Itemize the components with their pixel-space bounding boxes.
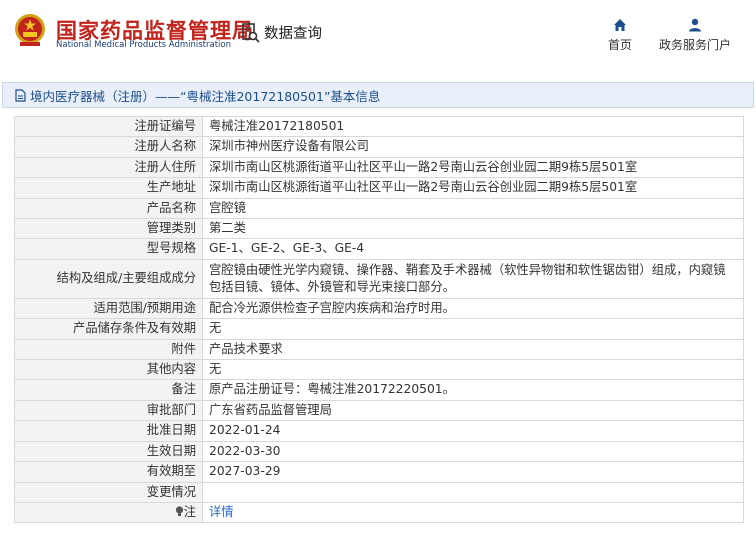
user-icon — [689, 18, 701, 32]
table-row: 注册人名称 深圳市神州医疗设备有限公司 — [14, 136, 744, 158]
table-row: 批准日期 2022-01-24 — [14, 420, 744, 442]
row-label: 附件 — [14, 338, 203, 361]
table-row: 产品储存条件及有效期无 — [14, 318, 744, 340]
data-query-label: 数据查询 — [264, 26, 322, 42]
row-value: 宫腔镜由硬性光学内窥镜、操作器、鞘套及手术器械（软性异物钳和软性锯齿钳）组成，内… — [202, 258, 744, 299]
row-label: 注册人住所 — [14, 156, 203, 179]
row-label: 注 — [183, 504, 196, 519]
row-label: 变更情况 — [14, 481, 203, 503]
table-row: 变更情况 — [14, 481, 744, 503]
device-info-table: 注册证编号 粤械注准20172180501 注册人名称 深圳市神州医疗设备有限公司 … — [14, 115, 744, 524]
row-value: 宫腔镜 — [202, 197, 744, 220]
row-value: 2022-03-30 — [202, 440, 744, 463]
nav-home[interactable]: 首页 — [598, 18, 642, 53]
table-row: 结构及组成/主要组成成分 宫腔镜由硬性光学内窥镜、操作器、鞘套及手术器械（软性异物… — [14, 258, 744, 299]
row-value: 配合冷光源供检查子宫腔内疾病和治疗时用。 — [202, 297, 744, 320]
details-link[interactable]: 详情 — [202, 501, 744, 524]
row-label: 生产地址 — [14, 177, 203, 199]
note-label-cell: 注 — [14, 501, 203, 524]
row-label: 结构及组成/主要组成成分 — [14, 258, 203, 299]
row-label: 注册人名称 — [14, 136, 203, 158]
table-row: 有效期至 2027-03-29 — [14, 461, 744, 483]
table-row: 注册人住所 深圳市南山区桃源街道平山社区平山一路2号南山云谷创业园二期9栋5层50… — [14, 156, 744, 179]
row-value: 深圳市南山区桃源街道平山社区平山一路2号南山云谷创业园二期9栋5层501室 — [202, 156, 744, 179]
table-row: 审批部门 广东省药品监督管理局 — [14, 399, 744, 422]
table-row: 适用范围/预期用途 配合冷光源供检查子宫腔内疾病和治疗时用。 — [14, 297, 744, 320]
row-value: 第二类 — [202, 218, 744, 240]
row-label: 注册证编号 — [14, 115, 203, 138]
row-label: 管理类别 — [14, 218, 203, 240]
table-row: 产品名称 宫腔镜 — [14, 197, 744, 220]
row-value: 广东省药品监督管理局 — [202, 399, 744, 422]
table-row: 生效日期 2022-03-30 — [14, 440, 744, 463]
row-label: 备注 — [14, 379, 203, 401]
row-label: 批准日期 — [14, 420, 203, 442]
row-value: GE-1、GE-2、GE-3、GE-4 — [202, 238, 744, 260]
row-label: 型号规格 — [14, 238, 203, 260]
document-search-icon — [242, 22, 260, 43]
row-label: 生效日期 — [14, 440, 203, 463]
table-row: 其他内容无 — [14, 359, 744, 381]
row-label: 适用范围/预期用途 — [14, 297, 203, 320]
row-value: 深圳市神州医疗设备有限公司 — [202, 136, 744, 158]
document-icon — [15, 88, 26, 102]
row-label: 其他内容 — [14, 359, 203, 381]
row-value: 产品技术要求 — [202, 338, 744, 361]
record-title-bar: 境内医疗器械（注册）——“粤械注准20172180501”基本信息 — [2, 82, 754, 108]
national-emblem-icon — [15, 14, 45, 46]
table-row: 生产地址 深圳市南山区桃源街道平山社区平山一路2号南山云谷创业园二期9栋5层501… — [14, 177, 744, 199]
table-row: 型号规格 GE-1、GE-2、GE-3、GE-4 — [14, 238, 744, 260]
table-row: 备注 原产品注册证号：粤械注准20172220501。 — [14, 379, 744, 401]
table-row: 注册证编号 粤械注准20172180501 — [14, 115, 744, 138]
table-row: 管理类别 第二类 — [14, 218, 744, 240]
row-value: 原产品注册证号：粤械注准20172220501。 — [202, 379, 744, 401]
row-value: 2027-03-29 — [202, 461, 744, 483]
row-value — [202, 481, 744, 503]
row-value: 深圳市南山区桃源街道平山社区平山一路2号南山云谷创业园二期9栋5层501室 — [202, 177, 744, 199]
row-value: 无 — [202, 359, 744, 381]
site-name-en: National Medical Products Administration — [56, 40, 231, 50]
site-header: 国家药品监督管理局 National Medical Products Admi… — [0, 0, 756, 72]
nav-service-portal[interactable]: 政务服务门户 — [655, 18, 735, 53]
table-row: 附件 产品技术要求 — [14, 338, 744, 361]
home-icon — [614, 19, 626, 31]
table-row: 注 详情 — [14, 501, 744, 524]
row-label: 产品名称 — [14, 197, 203, 220]
lightbulb-icon — [175, 506, 183, 516]
row-value: 2022-01-24 — [202, 420, 744, 442]
data-query-link[interactable]: 数据查询 — [242, 22, 322, 43]
record-title: 境内医疗器械（注册）——“粤械注准20172180501”基本信息 — [30, 88, 381, 104]
row-label: 有效期至 — [14, 461, 203, 483]
nav-home-label: 首页 — [607, 38, 632, 52]
row-value: 粤械注准20172180501 — [202, 115, 744, 138]
row-label: 审批部门 — [14, 399, 203, 422]
nav-service-portal-label: 政务服务门户 — [658, 38, 731, 52]
row-label: 产品储存条件及有效期 — [14, 318, 203, 340]
row-value: 无 — [202, 318, 744, 340]
